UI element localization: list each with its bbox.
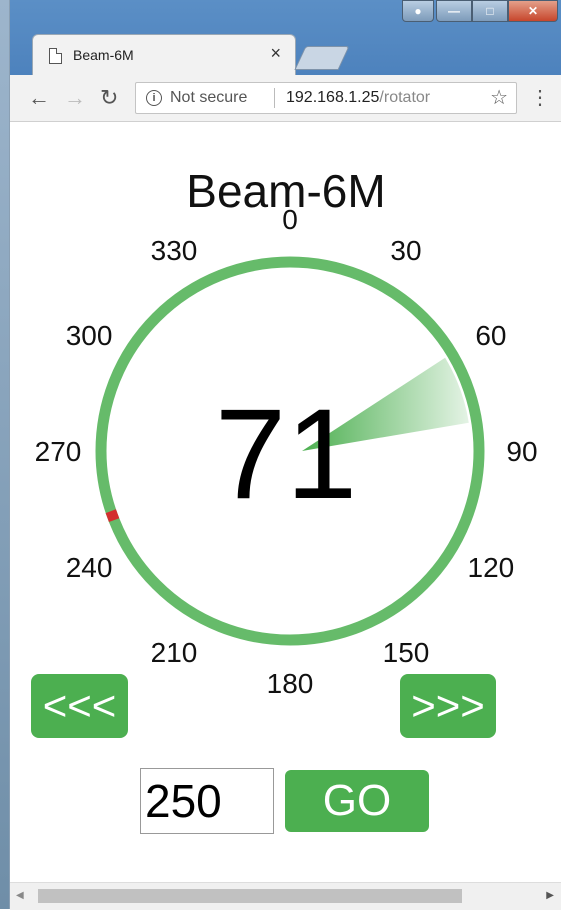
dial-label-330: 330 [151,235,198,266]
dial-label-150: 150 [383,637,430,668]
tab-beam-6m[interactable]: Beam-6M × [32,34,296,76]
menu-icon[interactable]: ⋮ [530,85,550,110]
new-tab-button[interactable] [294,46,350,70]
current-heading: 71 [215,383,357,526]
go-button[interactable]: GO [285,770,429,832]
security-label[interactable]: Not secure [170,89,247,107]
reload-icon[interactable]: ↻ [100,85,118,111]
url-path: /rotator [379,89,431,106]
url-host: 192.168.1.25 [286,89,380,106]
address-bar[interactable]: i Not secure 192.168.1.25/rotator ☆ [135,82,517,114]
maximize-button[interactable]: □ [472,0,508,22]
dial-label-180: 180 [267,668,314,699]
dial-label-60: 60 [475,320,506,351]
horizontal-scrollbar[interactable]: ◀ ▶ [10,882,561,910]
desktop-background [0,0,9,909]
dial-label-90: 90 [506,436,537,467]
separator [274,88,275,108]
stop-marker [105,509,120,523]
dial-label-120: 120 [468,552,515,583]
info-icon[interactable]: i [146,90,162,106]
dial-label-240: 240 [66,552,113,583]
dial-label-210: 210 [151,637,198,668]
dial-label-270: 270 [35,436,82,467]
rotate-cw-button[interactable]: >>> [400,674,496,738]
window-close-button[interactable]: ✕ [508,0,558,22]
star-icon[interactable]: ☆ [490,85,508,110]
user-icon[interactable]: ● [402,0,434,22]
dial-label-0: 0 [282,204,298,235]
scroll-left-icon[interactable]: ◀ [16,890,24,901]
rotator-dial[interactable]: 0 30 60 90 120 150 180 210 240 270 300 330 71 [10,122,561,762]
scroll-right-icon[interactable]: ▶ [546,890,554,901]
browser-window: Beam-6M × ● — □ ✕ ← → ↻ i Not secure 192… [9,0,561,910]
heading-input[interactable] [140,768,274,834]
rotate-ccw-button[interactable]: <<< [31,674,128,738]
close-icon[interactable]: × [270,43,281,64]
window-controls: ● — □ ✕ [402,0,558,26]
back-icon[interactable]: ← [28,85,50,111]
dial-label-30: 30 [390,235,421,266]
forward-icon[interactable]: → [64,85,86,111]
toolbar: ← → ↻ i Not secure 192.168.1.25/rotator … [10,75,561,122]
page-content: Beam-6M 0 30 60 90 120 150 180 210 240 270 300 330 … [10,122,561,882]
minimize-button[interactable]: — [436,0,472,22]
tab-title: Beam-6M [73,47,134,63]
url-text[interactable]: 192.168.1.25/rotator [286,89,430,107]
scrollbar-thumb[interactable] [38,889,462,903]
title-bar: Beam-6M × ● — □ ✕ [10,0,561,76]
page-icon [49,48,62,64]
dial-label-300: 300 [66,320,113,351]
